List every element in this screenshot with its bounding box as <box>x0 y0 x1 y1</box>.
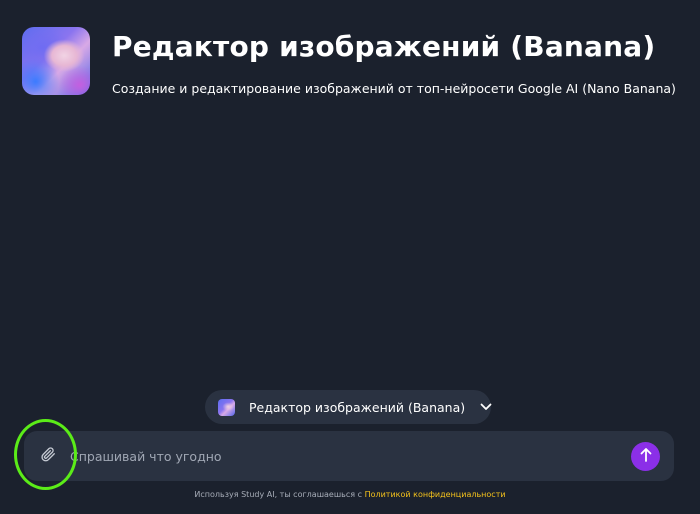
model-selector[interactable]: Редактор изображений (Banana) <box>205 390 492 424</box>
model-selector-label: Редактор изображений (Banana) <box>249 399 466 415</box>
page-header: Редактор изображений (Banana) Создание и… <box>22 27 676 98</box>
chat-composer <box>24 431 674 481</box>
prompt-input[interactable] <box>70 442 610 470</box>
paperclip-icon <box>40 446 56 466</box>
privacy-notice: Используя Study AI, ты соглашаешься с По… <box>0 489 700 501</box>
privacy-notice-text: Используя Study AI, ты соглашаешься с <box>194 490 363 499</box>
page-title: Редактор изображений (Banana) <box>112 30 656 63</box>
app-thumbnail-image <box>22 27 90 95</box>
model-thumbnail-image <box>218 398 235 416</box>
privacy-policy-link[interactable]: Политикой конфиденциальности <box>365 490 506 499</box>
arrow-up-icon <box>639 447 653 467</box>
send-button[interactable] <box>631 442 660 471</box>
chat-page: Редактор изображений (Banana) Создание и… <box>0 0 700 514</box>
chevron-down-icon <box>480 400 492 414</box>
header-text: Редактор изображений (Banana) Создание и… <box>112 27 676 98</box>
attach-button[interactable] <box>34 442 62 470</box>
page-subtitle: Создание и редактирование изображений от… <box>112 81 676 96</box>
